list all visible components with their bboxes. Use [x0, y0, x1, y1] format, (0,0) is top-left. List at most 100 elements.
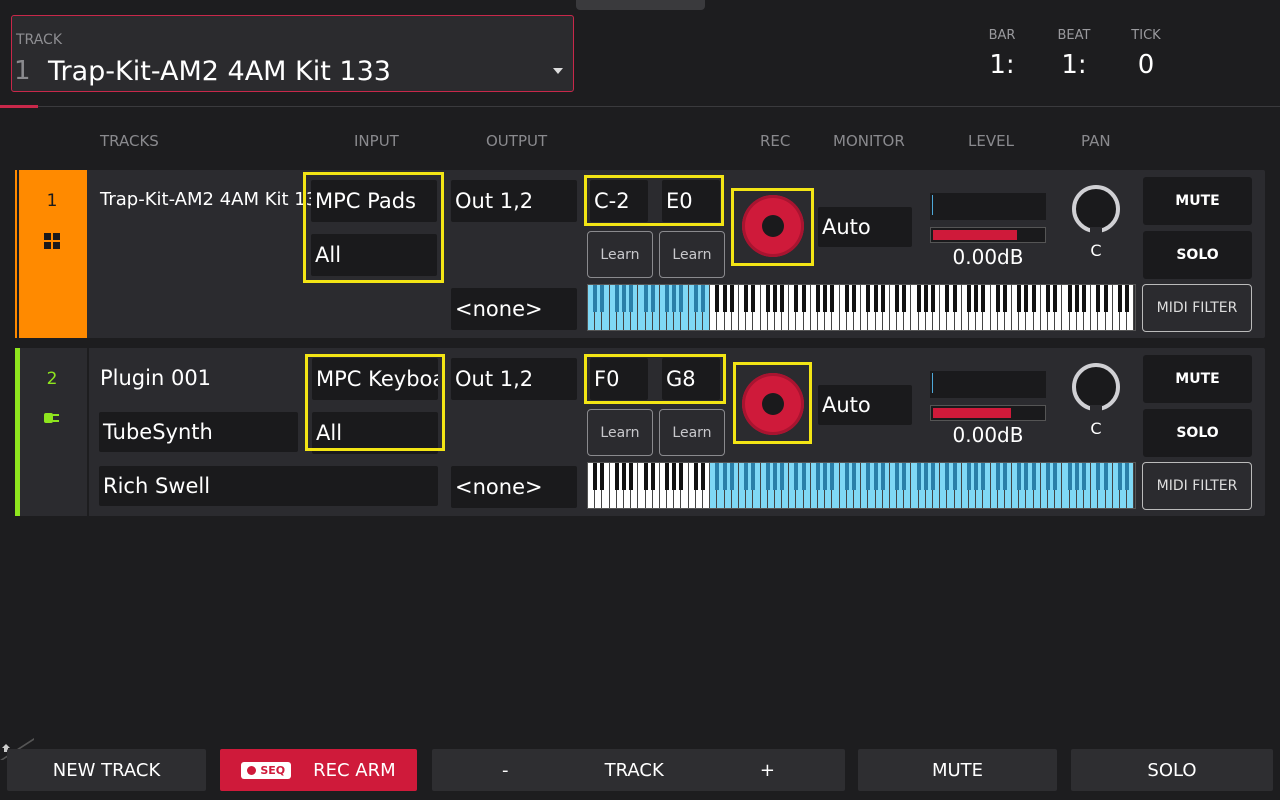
- output-field[interactable]: Out 1,2: [451, 358, 577, 400]
- piano-black-key[interactable]: [1103, 285, 1108, 312]
- piano-black-key[interactable]: [1046, 463, 1050, 490]
- piano-black-key[interactable]: [1002, 285, 1007, 312]
- piano-black-key[interactable]: [995, 285, 1000, 312]
- piano-black-key[interactable]: [772, 285, 777, 312]
- piano-black-key[interactable]: [866, 285, 871, 312]
- piano-black-key[interactable]: [1103, 463, 1108, 490]
- track-name[interactable]: Trap-Kit-AM2 4AM Kit 133: [100, 189, 329, 210]
- piano-black-key[interactable]: [729, 285, 734, 312]
- chevron-down-icon[interactable]: [553, 68, 563, 74]
- piano-black-key[interactable]: [966, 463, 971, 490]
- piano-white-key[interactable]: [889, 463, 900, 508]
- piano-white-key[interactable]: [990, 463, 1000, 508]
- piano-black-key[interactable]: [916, 285, 921, 312]
- output-field[interactable]: Out 1,2: [451, 180, 577, 222]
- piano-black-key[interactable]: [772, 463, 777, 490]
- piano-black-key[interactable]: [1081, 285, 1086, 312]
- piano-black-key[interactable]: [1125, 285, 1130, 312]
- piano-black-key[interactable]: [593, 285, 598, 312]
- piano-white-key[interactable]: [738, 463, 749, 508]
- piano-white-key[interactable]: [688, 285, 698, 330]
- piano-black-key[interactable]: [801, 285, 806, 312]
- midi-filter-button[interactable]: MIDI FILTER: [1142, 462, 1252, 510]
- piano-black-key[interactable]: [844, 463, 849, 490]
- piano-black-key[interactable]: [1125, 463, 1130, 490]
- piano-white-key[interactable]: [659, 285, 670, 330]
- piano-black-key[interactable]: [981, 463, 986, 490]
- piano-black-key[interactable]: [593, 463, 598, 490]
- piano-white-key[interactable]: [990, 285, 1000, 330]
- piano-black-key[interactable]: [1096, 285, 1101, 312]
- piano-black-key[interactable]: [830, 285, 835, 312]
- piano-black-key[interactable]: [1074, 463, 1079, 490]
- pan-knob[interactable]: [1072, 185, 1120, 235]
- piano-white-key[interactable]: [738, 285, 749, 330]
- track-selector[interactable]: TRACK 1 Trap-Kit-AM2 4AM Kit 133: [11, 15, 574, 92]
- piano-black-key[interactable]: [672, 463, 677, 490]
- solo-bottom-button[interactable]: SOLO: [1071, 749, 1273, 791]
- piano-white-key[interactable]: [1091, 285, 1101, 330]
- piano-black-key[interactable]: [801, 463, 806, 490]
- piano-black-key[interactable]: [614, 463, 619, 490]
- piano-black-key[interactable]: [916, 463, 921, 490]
- piano-black-key[interactable]: [1081, 463, 1086, 490]
- piano-black-key[interactable]: [729, 463, 734, 490]
- piano-white-key[interactable]: [861, 463, 871, 508]
- piano-black-key[interactable]: [744, 285, 749, 312]
- piano-black-key[interactable]: [945, 285, 950, 312]
- monitor-field[interactable]: Auto: [818, 385, 912, 425]
- piano-black-key[interactable]: [880, 285, 885, 312]
- piano-white-key[interactable]: [760, 285, 770, 330]
- piano-white-key[interactable]: [638, 463, 648, 508]
- piano-black-key[interactable]: [902, 463, 907, 490]
- piano-black-key[interactable]: [780, 463, 785, 490]
- piano-white-key[interactable]: [789, 285, 799, 330]
- new-track-button[interactable]: NEW TRACK: [7, 749, 206, 791]
- learn-high-button[interactable]: Learn: [659, 409, 725, 456]
- piano-white-key[interactable]: [940, 285, 950, 330]
- piano-black-key[interactable]: [679, 463, 684, 490]
- piano-black-key[interactable]: [693, 463, 698, 490]
- level-fader[interactable]: [930, 227, 1046, 243]
- piano-white-key[interactable]: [760, 463, 770, 508]
- pan-knob[interactable]: [1072, 363, 1120, 413]
- piano-white-key[interactable]: [961, 463, 971, 508]
- piano-black-key[interactable]: [715, 463, 720, 490]
- piano-black-key[interactable]: [650, 463, 655, 490]
- piano-black-key[interactable]: [1117, 285, 1122, 312]
- piano-white-key[interactable]: [710, 285, 720, 330]
- piano-black-key[interactable]: [629, 463, 634, 490]
- piano-white-key[interactable]: [710, 463, 720, 508]
- piano-black-key[interactable]: [1017, 463, 1022, 490]
- piano-black-key[interactable]: [981, 285, 986, 312]
- piano-black-key[interactable]: [621, 285, 626, 312]
- piano-black-key[interactable]: [830, 463, 835, 490]
- piano-black-key[interactable]: [765, 285, 770, 312]
- piano-black-key[interactable]: [923, 463, 928, 490]
- piano-black-key[interactable]: [794, 285, 799, 312]
- piano-black-key[interactable]: [765, 463, 770, 490]
- output-aux-field[interactable]: <none>: [451, 466, 577, 508]
- piano-white-key[interactable]: [839, 463, 849, 508]
- piano-black-key[interactable]: [665, 285, 670, 312]
- learn-low-button[interactable]: Learn: [587, 409, 653, 456]
- preset-field[interactable]: Rich Swell: [99, 466, 438, 506]
- piano-black-key[interactable]: [823, 285, 828, 312]
- track-minus-button[interactable]: -: [502, 760, 509, 781]
- piano-black-key[interactable]: [794, 463, 799, 490]
- piano-black-key[interactable]: [873, 463, 878, 490]
- piano-white-key[interactable]: [688, 463, 698, 508]
- piano-black-key[interactable]: [952, 285, 957, 312]
- piano-white-key[interactable]: [839, 285, 849, 330]
- piano-black-key[interactable]: [665, 463, 670, 490]
- piano-black-key[interactable]: [880, 463, 885, 490]
- piano-black-key[interactable]: [1053, 285, 1058, 312]
- plugin-field[interactable]: TubeSynth: [99, 412, 298, 452]
- level-fader[interactable]: [930, 405, 1046, 421]
- piano-black-key[interactable]: [600, 463, 605, 490]
- mute-button[interactable]: MUTE: [1143, 177, 1252, 225]
- monitor-field[interactable]: Auto: [818, 207, 912, 247]
- piano-white-key[interactable]: [1062, 285, 1072, 330]
- top-pull-tab[interactable]: [576, 0, 705, 10]
- piano-black-key[interactable]: [923, 285, 928, 312]
